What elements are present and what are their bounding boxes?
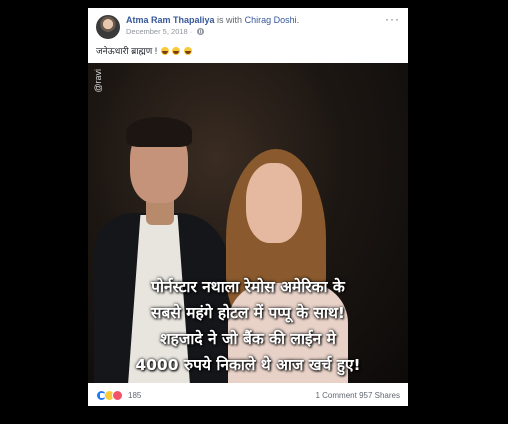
caption-text: जनेऊधारी ब्राह्मण ! <box>96 46 158 56</box>
post-header: Atma Ram Thapaliya is with Chirag Doshi.… <box>88 8 408 64</box>
overlay-line-2: सबसे महंगे होटल में पप्पू के साथ! <box>151 304 345 322</box>
laughing-emoji-icon <box>172 47 181 55</box>
post-photo[interactable]: @ravi पोर्नस्टार नथाला रेमोस अमेरिका के … <box>88 63 408 383</box>
with-text: is with <box>217 15 243 25</box>
author-name-link[interactable]: Atma Ram Thapaliya <box>126 15 215 25</box>
facebook-post-card: Atma Ram Thapaliya is with Chirag Doshi.… <box>88 8 408 406</box>
post-timestamp: December 5, 2018 · <box>126 27 205 36</box>
overlay-line-3: शहजादे ने जो बैंक की लाईन मे <box>160 330 336 348</box>
love-icon[interactable] <box>112 390 123 401</box>
globe-icon <box>197 28 205 35</box>
post-date[interactable]: December 5, 2018 · <box>126 27 192 36</box>
tagged-friend-link[interactable]: Chirag Doshi. <box>245 15 300 25</box>
overlay-line-4: 4000 रुपये निकाले थे आज खर्च हुए! <box>135 356 361 374</box>
shares-link[interactable]: 957 Shares <box>359 391 400 400</box>
post-footer: 185 1 Comment 957 Shares <box>88 386 408 406</box>
comments-link[interactable]: 1 Comment <box>315 391 356 400</box>
man-hair <box>126 117 192 147</box>
more-options-button[interactable]: ··· <box>385 12 400 26</box>
laughing-emoji-icon <box>183 47 192 55</box>
post-caption: जनेऊधारी ब्राह्मण ! <box>96 44 192 57</box>
post-stats: 1 Comment 957 Shares <box>315 391 400 400</box>
author-line: Atma Ram Thapaliya is with Chirag Doshi. <box>126 15 299 25</box>
photo-watermark: @ravi <box>93 69 103 93</box>
woman-face <box>246 163 302 243</box>
author-avatar[interactable] <box>96 15 120 39</box>
overlay-line-1: पोर्नस्टार नथाला रेमोस अमेरिका के <box>151 278 345 296</box>
reaction-count[interactable]: 185 <box>128 391 141 400</box>
laughing-emoji-icon <box>160 47 169 55</box>
